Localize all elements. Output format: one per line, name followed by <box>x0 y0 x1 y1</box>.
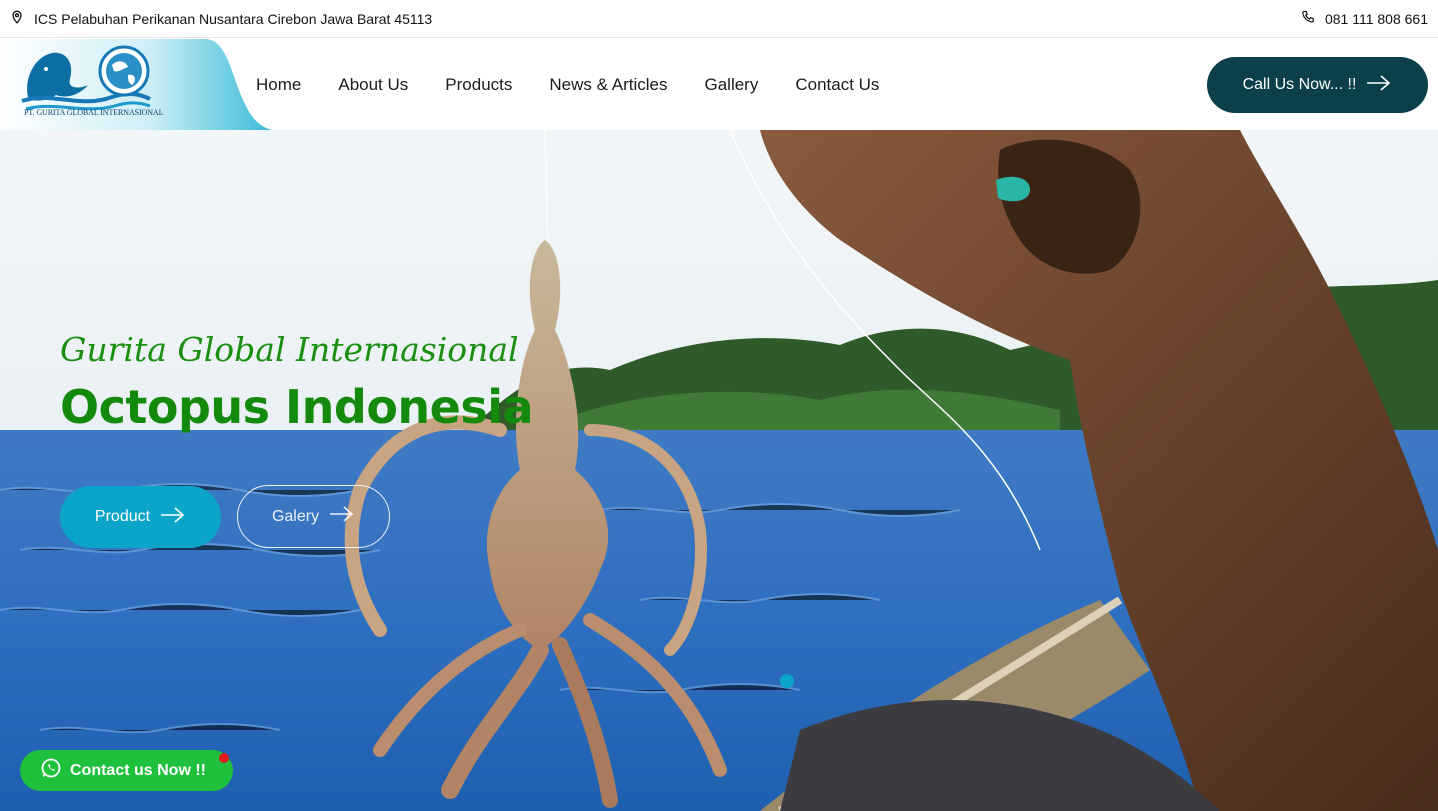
arrow-right-icon <box>160 506 186 529</box>
gallery-button-label: Galery <box>271 507 320 525</box>
nav-gallery[interactable]: Gallery <box>704 75 758 95</box>
notification-dot <box>219 753 229 763</box>
top-bar: ICS Pelabuhan Perikanan Nusantara Cirebo… <box>0 0 1438 38</box>
hero-title: Octopus Indonesia <box>60 380 534 434</box>
nav-about-us[interactable]: About Us <box>338 75 408 95</box>
arrow-right-icon <box>1366 74 1392 97</box>
phone-text[interactable]: 081 111 808 661 <box>1325 11 1428 27</box>
nav-products[interactable]: Products <box>445 75 512 95</box>
arrow-right-icon <box>329 505 355 528</box>
logo-text: PT. GURITA GLOBAL INTERNASIONAL <box>24 108 164 117</box>
phone-icon <box>1301 10 1315 27</box>
address-text: ICS Pelabuhan Perikanan Nusantara Cirebo… <box>34 10 433 27</box>
gallery-button[interactable]: Galery <box>237 485 390 548</box>
product-button-label: Product <box>94 508 151 525</box>
phone-info[interactable]: 081 111 808 661 <box>1301 10 1428 27</box>
map-pin-icon <box>10 10 24 27</box>
logo[interactable]: PT. GURITA GLOBAL INTERNASIONAL <box>0 39 272 130</box>
nav-news-articles[interactable]: News & Articles <box>549 75 667 95</box>
main-header: PT. GURITA GLOBAL INTERNASIONAL Home Abo… <box>0 39 1438 130</box>
nav-contact-us[interactable]: Contact Us <box>795 75 879 95</box>
main-nav: Home About Us Products News & Articles G… <box>256 39 879 130</box>
whatsapp-contact-button[interactable]: Contact us Now !! <box>20 750 233 791</box>
whatsapp-label: Contact us Now !! <box>70 761 206 779</box>
address-info: ICS Pelabuhan Perikanan Nusantara Cirebo… <box>10 10 432 27</box>
call-us-label: Call Us Now... !! <box>1242 76 1357 93</box>
nav-home[interactable]: Home <box>256 75 301 95</box>
product-button[interactable]: Product <box>60 486 221 548</box>
call-us-button[interactable]: Call Us Now... !! <box>1207 57 1428 113</box>
hero-subtitle: Gurita Global Internasional <box>60 330 519 369</box>
whatsapp-icon <box>40 757 62 784</box>
hero-background-image <box>0 130 1438 811</box>
slider-dot-active[interactable] <box>780 674 794 688</box>
hero-banner: Gurita Global Internasional Octopus Indo… <box>0 130 1438 811</box>
